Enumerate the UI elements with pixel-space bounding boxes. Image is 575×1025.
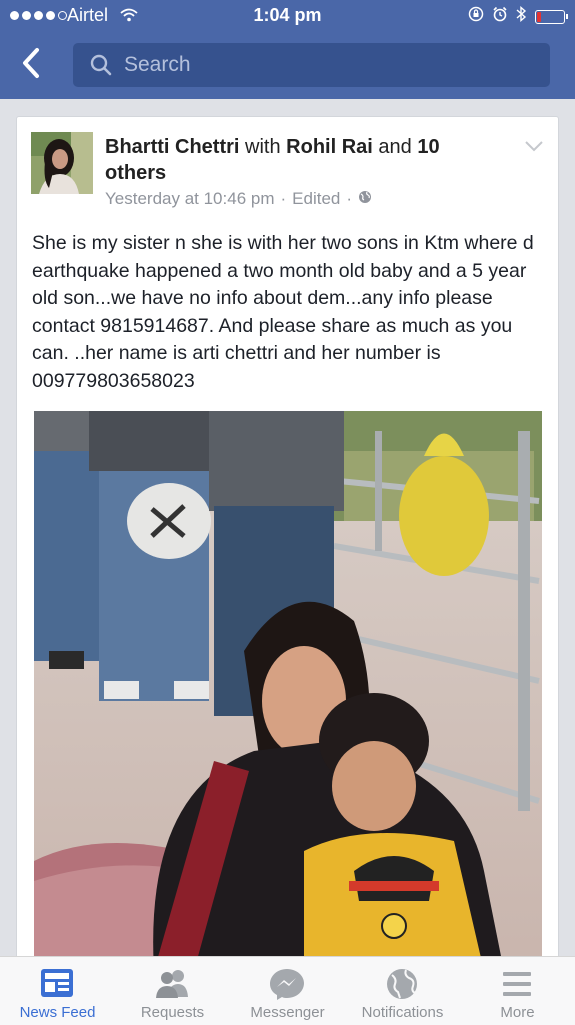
menu-icon [497,967,537,1001]
post-timestamp[interactable]: Yesterday at 10:46 pm [105,189,275,209]
tagged-person[interactable]: Rohil Rai [286,136,373,158]
tab-notifications[interactable]: Notifications [345,957,460,1025]
news-feed-icon [37,967,77,1001]
with-word: with [245,136,281,158]
tab-label: Notifications [361,1004,444,1021]
search-input[interactable]: Search [73,43,550,87]
battery-icon [535,9,568,24]
search-placeholder: Search [124,53,191,76]
tab-label: Messenger [250,1004,325,1021]
meta-separator: · [346,189,353,208]
tab-messenger[interactable]: Messenger [230,957,345,1025]
post-photo[interactable] [34,411,542,965]
avatar[interactable] [31,132,93,194]
tab-label: Requests [140,1004,205,1021]
and-word: and [378,136,412,158]
edited-label[interactable]: Edited [292,189,340,209]
tab-label: More [500,1004,535,1021]
post-text: She is my sister n she is with her two s… [32,232,534,392]
bottom-tab-bar: News Feed Requests Messenger Notificatio… [0,956,575,1025]
tab-requests[interactable]: Requests [115,957,230,1025]
chevron-down-icon [525,141,543,152]
alarm-icon [492,6,508,27]
post-options-chevron[interactable] [524,139,544,157]
tab-news-feed[interactable]: News Feed [0,957,115,1025]
friends-icon [152,967,192,1001]
lock-rotation-icon [468,6,484,27]
globe-icon [358,189,372,209]
battery-level-fill [537,11,542,22]
search-icon [89,53,113,82]
tab-label: News Feed [19,1004,96,1021]
post-card: Bhartti Chettri with Rohil Rai and 10 ot… [16,116,559,966]
tab-more[interactable]: More [460,957,575,1025]
chevron-left-icon [23,48,39,78]
messenger-icon [267,967,307,1001]
post-header: Bhartti Chettri with Rohil Rai and 10 ot… [105,134,505,186]
bluetooth-icon [516,5,527,27]
meta-separator: · [280,189,287,208]
author-name[interactable]: Bhartti Chettri [105,136,239,158]
globe-icon [382,967,422,1001]
back-button[interactable] [20,47,42,84]
top-navigation-bar: Airtel 1:04 pm Search [0,0,575,99]
post-meta: Yesterday at 10:46 pm · Edited · [105,189,372,209]
status-bar: Airtel 1:04 pm [0,0,575,32]
